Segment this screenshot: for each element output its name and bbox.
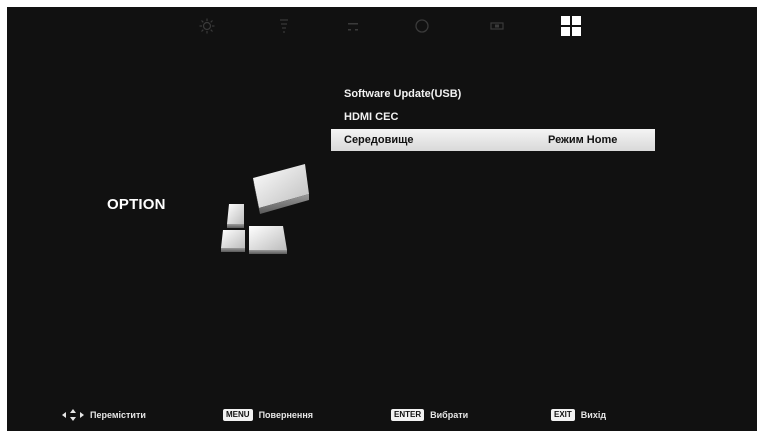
move-hint-label: Перемістити [90,410,146,420]
sound-settings-icon[interactable] [271,14,297,38]
settings-tab-bar [7,7,757,43]
option-tiles-icon[interactable] [558,14,584,38]
enter-hint-label: Вибрати [430,410,469,420]
exit-hint-label: Вихід [580,410,607,420]
lock-settings-icon[interactable] [484,14,510,38]
channel-settings-icon[interactable] [340,14,366,38]
hint-move: Перемістити [62,409,146,421]
menu-key-badge: MENU [223,409,253,421]
hint-enter: ENTER Вибрати [391,409,468,421]
direction-arrows-icon [62,409,84,421]
key-hints-bar: Перемістити MENU Повернення ENTER Вибрат… [7,407,757,427]
option-tiles-graphic [213,158,313,256]
menu-item-hdmi-cec[interactable]: HDMI CEC [331,106,655,128]
exit-key-badge: EXIT [551,409,575,421]
hint-exit: EXIT Вихід [551,409,606,421]
time-settings-icon[interactable] [409,14,435,38]
menu-item-label: Середовище [344,134,414,146]
tv-menu-screen: OPTION Software Update(USB) HDMI CEC Сер… [7,7,757,431]
section-title: OPTION [107,196,166,213]
menu-item-label: HDMI CEC [344,111,399,123]
enter-key-badge: ENTER [391,409,425,421]
menu-item-value: Режим Home [548,134,618,146]
menu-hint-label: Повернення [258,410,314,420]
picture-settings-icon[interactable] [194,14,220,38]
hint-menu: MENU Повернення [223,409,313,421]
option-menu-list: Software Update(USB) HDMI CEC Середовище… [331,83,655,152]
menu-item-label: Software Update(USB) [344,88,462,100]
menu-item-environment[interactable]: Середовище Режим Home [331,129,655,151]
menu-item-software-update[interactable]: Software Update(USB) [331,83,655,105]
